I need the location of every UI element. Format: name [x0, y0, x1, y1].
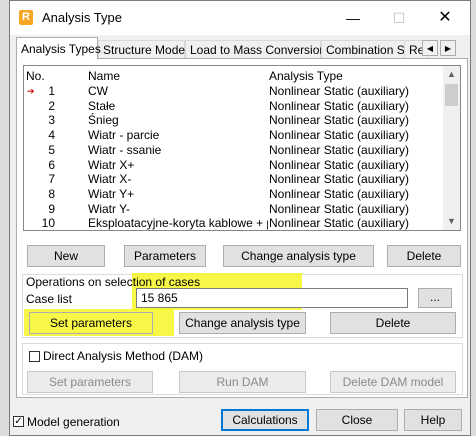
case-list-field[interactable]: 15 865 — [136, 288, 408, 308]
maximize-icon: ☐ — [392, 10, 406, 26]
case-analysis-type: Nonlinear Static (auxiliary) — [269, 128, 410, 143]
list-item[interactable]: 2 Stałe Nonlinear Static (auxiliary) — [24, 99, 444, 114]
list-item[interactable]: 10 Eksploatacyjne-koryta kablowe + p... No… — [24, 216, 444, 231]
tab-scroll: ◀ ▶ — [422, 40, 462, 56]
tab-analysis-types[interactable]: Analysis Types — [16, 37, 101, 59]
dam-label: Direct Analysis Method (DAM) — [43, 349, 204, 363]
tab-scroll-right-icon[interactable]: ▶ — [440, 40, 456, 56]
list-item[interactable]: 4 Wiatr - parcie Nonlinear Static (auxilia… — [24, 128, 444, 143]
tab-scroll-left-icon[interactable]: ◀ — [422, 40, 438, 56]
case-analysis-type: Nonlinear Static (auxiliary) — [269, 172, 410, 187]
case-list-label: Case list — [26, 292, 73, 306]
list-item[interactable]: 8 Wiatr Y+ Nonlinear Static (auxiliary) — [24, 187, 444, 202]
case-name: CW — [88, 84, 108, 98]
case-number: 1 — [48, 84, 55, 98]
case-number: 6 — [48, 157, 55, 172]
tab-strip: Analysis Types Structure Model Load to M… — [16, 37, 468, 59]
header-name[interactable]: Name — [88, 69, 268, 84]
close-button[interactable]: Close — [316, 409, 398, 431]
title-bar[interactable]: R Analysis Type — ☐ ✕ — [10, 1, 470, 35]
case-number: 7 — [48, 172, 55, 187]
case-name: Eksploatacyjne-koryta kablowe + p... — [88, 216, 268, 231]
case-number: 2 — [48, 98, 55, 113]
window-title: Analysis Type — [42, 10, 122, 25]
case-analysis-type: Nonlinear Static (auxiliary) — [269, 216, 410, 231]
case-analysis-type: Nonlinear Static (auxiliary) — [269, 142, 410, 157]
analysis-types-panel: No. Name Analysis Type ➔ 1 CW Nonlinear Sta… — [16, 58, 468, 398]
new-button[interactable]: New — [27, 245, 105, 267]
operations-title: Operations on selection of cases — [26, 275, 201, 289]
header-analysis-type[interactable]: Analysis Type — [269, 69, 343, 84]
case-name: Wiatr X+ — [88, 157, 135, 172]
case-number: 9 — [48, 201, 55, 216]
case-number: 5 — [48, 142, 55, 157]
dam-set-parameters-button[interactable]: Set parameters — [27, 371, 153, 393]
model-generation-checkbox[interactable]: ✓ — [13, 416, 24, 427]
tab-structure-model[interactable]: Structure Model — [98, 40, 188, 58]
analysis-type-dialog: R Analysis Type — ☐ ✕ Analysis Types Str… — [9, 0, 471, 436]
background-right — [471, 0, 476, 436]
case-name: Wiatr X- — [88, 172, 132, 187]
help-button[interactable]: Help — [404, 409, 462, 431]
case-number: 10 — [41, 216, 55, 231]
delete-button[interactable]: Delete — [387, 245, 461, 267]
tab-load-to-mass-conversion[interactable]: Load to Mass Conversion — [185, 40, 326, 58]
case-analysis-type: Nonlinear Static (auxiliary) — [269, 98, 410, 113]
case-name: Stałe — [88, 98, 116, 113]
list-item[interactable]: 5 Wiatr - ssanie Nonlinear Static (auxilia… — [24, 143, 444, 158]
case-name: Wiatr - parcie — [88, 128, 160, 143]
current-case-marker-icon: ➔ — [27, 86, 35, 96]
list-header: No. Name Analysis Type — [24, 69, 444, 84]
scroll-thumb[interactable] — [445, 84, 458, 106]
browse-button[interactable]: ... — [418, 288, 452, 308]
parameters-button[interactable]: Parameters — [124, 245, 206, 267]
case-analysis-type: Nonlinear Static (auxiliary) — [269, 84, 410, 98]
case-name: Wiatr Y- — [88, 201, 131, 216]
delete-dam-model-button[interactable]: Delete DAM model — [330, 371, 456, 393]
list-scrollbar[interactable]: ▲ ▼ — [443, 66, 460, 230]
case-name: Wiatr - ssanie — [88, 142, 162, 157]
app-icon: R — [19, 10, 33, 25]
delete-selection-button[interactable]: Delete — [330, 312, 456, 334]
change-analysis-type-selection-button[interactable]: Change analysis type — [179, 312, 306, 334]
case-number: 8 — [48, 186, 55, 201]
change-analysis-type-button[interactable]: Change analysis type — [223, 245, 374, 267]
list-item[interactable]: ➔ 1 CW Nonlinear Static (auxiliary) — [24, 84, 444, 99]
case-analysis-type: Nonlinear Static (auxiliary) — [269, 157, 410, 172]
run-dam-button[interactable]: Run DAM — [179, 371, 306, 393]
case-number: 4 — [48, 128, 55, 143]
case-analysis-type: Nonlinear Static (auxiliary) — [269, 113, 410, 128]
list-item[interactable]: 3 Śnieg Nonlinear Static (auxiliary) — [24, 113, 444, 128]
minimize-icon[interactable]: — — [332, 1, 374, 35]
calculations-button[interactable]: Calculations — [221, 409, 309, 431]
case-analysis-type: Nonlinear Static (auxiliary) — [269, 201, 410, 216]
list-item[interactable]: 9 Wiatr Y- Nonlinear Static (auxiliary) — [24, 202, 444, 217]
dam-checkbox[interactable] — [29, 351, 40, 362]
header-no[interactable]: No. — [26, 69, 45, 84]
scroll-down-icon[interactable]: ▼ — [443, 213, 460, 230]
model-generation-label: Model generation — [27, 415, 120, 429]
case-number: 3 — [48, 113, 55, 128]
list-item[interactable]: 6 Wiatr X+ Nonlinear Static (auxiliary) — [24, 158, 444, 173]
close-icon[interactable]: ✕ — [424, 1, 466, 35]
set-parameters-button[interactable]: Set parameters — [29, 312, 153, 334]
scroll-up-icon[interactable]: ▲ — [443, 66, 460, 83]
cases-list[interactable]: No. Name Analysis Type ➔ 1 CW Nonlinear Sta… — [23, 65, 461, 231]
list-item[interactable]: 7 Wiatr X- Nonlinear Static (auxiliary) — [24, 172, 444, 187]
case-name: Wiatr Y+ — [88, 186, 135, 201]
case-name: Śnieg — [88, 113, 119, 128]
case-analysis-type: Nonlinear Static (auxiliary) — [269, 186, 410, 201]
